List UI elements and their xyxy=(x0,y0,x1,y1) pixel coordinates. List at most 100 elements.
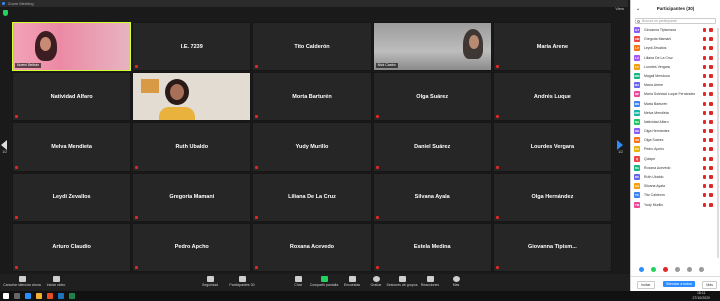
participant-name: Giovanna Tipismana xyxy=(644,28,676,32)
participant-name: Roxana Acevedo xyxy=(644,165,671,170)
participant-name: Silvana Ayala xyxy=(644,184,665,189)
participant-tile[interactable]: Noemi Beltrán xyxy=(12,22,132,72)
participant-list-item[interactable]: TC Tito Calderón xyxy=(631,191,720,200)
start-icon[interactable] xyxy=(3,293,9,299)
slow-down-icon[interactable] xyxy=(675,267,680,272)
participant-tile[interactable]: Daniel Suárez xyxy=(372,122,492,172)
participant-list-item[interactable]: PA Pedro Apcho xyxy=(631,145,720,154)
muted-mic-icon xyxy=(703,28,706,32)
prev-page-button[interactable]: 1/2 xyxy=(1,140,8,154)
start-video-button[interactable]: Iniciar video xyxy=(36,276,76,287)
participant-tile[interactable]: Liliana De La Cruz xyxy=(252,172,372,222)
participant-tile[interactable]: Olga Hernández xyxy=(492,172,612,222)
scrollbar[interactable] xyxy=(717,28,719,258)
participant-list-item[interactable]: NA Natividad Alfaro xyxy=(631,118,720,127)
record-icon xyxy=(372,276,380,282)
folder-icon[interactable] xyxy=(36,293,42,299)
participant-tile[interactable]: Silvana Ayala xyxy=(372,172,492,222)
participant-tile[interactable]: I.E. 7239 xyxy=(132,22,252,72)
muted-mic-icon xyxy=(703,46,706,51)
polls-icon xyxy=(348,276,356,282)
chevron-right-icon xyxy=(617,140,623,150)
title-bar: Zoom Meeting xyxy=(0,0,628,7)
participant-tile[interactable]: Leydi Zevallos xyxy=(12,172,132,222)
yes-icon[interactable] xyxy=(651,267,656,272)
participant-tile[interactable]: Morta Barturén xyxy=(252,72,372,122)
search-icon xyxy=(637,20,640,23)
participant-tile[interactable]: Lourdes Vergara xyxy=(492,122,612,172)
participant-list-item[interactable]: MB Marta Barturén xyxy=(631,100,720,109)
search-icon[interactable] xyxy=(14,293,20,299)
participant-tile[interactable]: Arturo Claudio xyxy=(12,222,132,272)
participant-tile[interactable]: Giovanna Tipism... xyxy=(492,222,612,272)
zoom-app-icon[interactable] xyxy=(25,293,31,299)
speed-up-icon[interactable] xyxy=(687,267,692,272)
more-button[interactable]: Más xyxy=(436,276,476,287)
more-reactions-icon[interactable] xyxy=(699,267,704,272)
collapse-icon[interactable]: ⌄ xyxy=(636,0,640,18)
avatar: PA xyxy=(634,146,640,153)
participant-name: Leydi Zevallos xyxy=(52,194,91,201)
avatar: YM xyxy=(634,201,640,208)
participant-tile[interactable]: María Arene xyxy=(492,22,612,72)
muted-mic-icon xyxy=(703,129,706,134)
participant-tile[interactable]: Ruth Ubaldo xyxy=(132,122,252,172)
avatar: MF xyxy=(634,91,640,98)
participant-name: Natividad Alfaro xyxy=(50,93,93,100)
participant-list-item[interactable]: RA Roxana Acevedo xyxy=(631,164,720,173)
muted-mic-icon xyxy=(703,165,706,170)
muted-mic-icon xyxy=(135,165,139,169)
participant-list-item[interactable]: OS Olga Suárez xyxy=(631,136,720,145)
participants-button[interactable]: Participantes30 xyxy=(222,276,262,287)
more-button[interactable]: Más xyxy=(702,281,717,289)
participant-tile[interactable]: Estela Medina xyxy=(372,222,492,272)
mute-all-button[interactable]: Silenciar a todos xyxy=(663,281,695,287)
view-button[interactable]: View xyxy=(615,6,624,11)
participant-name: Olga Suárez xyxy=(644,138,664,143)
participant-list-item[interactable]: MF María Soledad Luque Fernández xyxy=(631,90,720,99)
word-icon[interactable] xyxy=(58,293,64,299)
participant-search-input[interactable]: Buscar un participante xyxy=(635,18,716,24)
participant-tile[interactable]: Pedro Apcho xyxy=(132,222,252,272)
participant-tile[interactable]: Andrés Luque xyxy=(492,72,612,122)
participant-list-item[interactable]: LV Lourdes Vergara xyxy=(631,63,720,72)
participant-tile[interactable]: Melva Mendieta xyxy=(12,122,132,172)
avatar: OH xyxy=(634,128,640,135)
browser-icon[interactable] xyxy=(47,293,53,299)
raise-hand-icon[interactable] xyxy=(639,267,644,272)
participant-list-item[interactable]: SA Silvana Ayala xyxy=(631,182,720,191)
participant-tile[interactable]: Natividad Alfaro xyxy=(12,72,132,122)
participant-list-item[interactable]: LZ Leydi Zevallos xyxy=(631,44,720,53)
participant-tile[interactable] xyxy=(132,72,252,122)
participant-tile[interactable]: Yudy Murillo xyxy=(252,122,372,172)
participant-tile[interactable]: Olga Suárez xyxy=(372,72,492,122)
no-icon[interactable] xyxy=(663,267,668,272)
participant-list-item[interactable]: Q Quispe xyxy=(631,155,720,164)
participant-list-item[interactable]: MM Melva Mendieta xyxy=(631,109,720,118)
excel-icon[interactable] xyxy=(69,293,75,299)
participant-list-item[interactable]: YM Yudy Murillo xyxy=(631,201,720,210)
muted-mic-icon xyxy=(703,202,706,207)
participant-list-item[interactable]: MA María Arene xyxy=(631,81,720,90)
next-page-button[interactable]: 1/2 xyxy=(617,140,624,154)
muted-mic-icon xyxy=(495,215,499,219)
participant-name: Lourdes Vergara xyxy=(644,64,670,69)
participant-name: Gregoria Mamani xyxy=(169,194,215,201)
muted-mic-icon xyxy=(703,156,706,161)
shield-icon[interactable] xyxy=(3,10,8,16)
participant-list-item[interactable]: RU Ruth Ubaldo xyxy=(631,173,720,182)
participant-list-item[interactable]: GM Gregoria Mamani xyxy=(631,35,720,44)
participant-list-item[interactable]: GT Giovanna Tipismana xyxy=(631,26,720,35)
participant-tile[interactable]: Gregoria Mamani xyxy=(132,172,252,222)
avatar: GT xyxy=(634,27,640,33)
participant-name: Andrés Luque xyxy=(533,93,571,100)
participant-list-item[interactable]: MM Magali Mendoza xyxy=(631,72,720,81)
participant-name: Estela Medina xyxy=(413,244,451,251)
participant-list-item[interactable]: OH Olga Hernández xyxy=(631,127,720,136)
participant-tile[interactable]: Roxana Acevedo xyxy=(252,222,372,272)
participant-tile[interactable]: Nick Castro xyxy=(372,22,492,72)
participant-list-item[interactable]: LC Liliana De La Cruz xyxy=(631,54,720,63)
start-video-label: Iniciar video xyxy=(46,283,66,287)
invite-button[interactable]: Invitar xyxy=(637,281,655,289)
participant-tile[interactable]: Tito Calderón xyxy=(252,22,372,72)
